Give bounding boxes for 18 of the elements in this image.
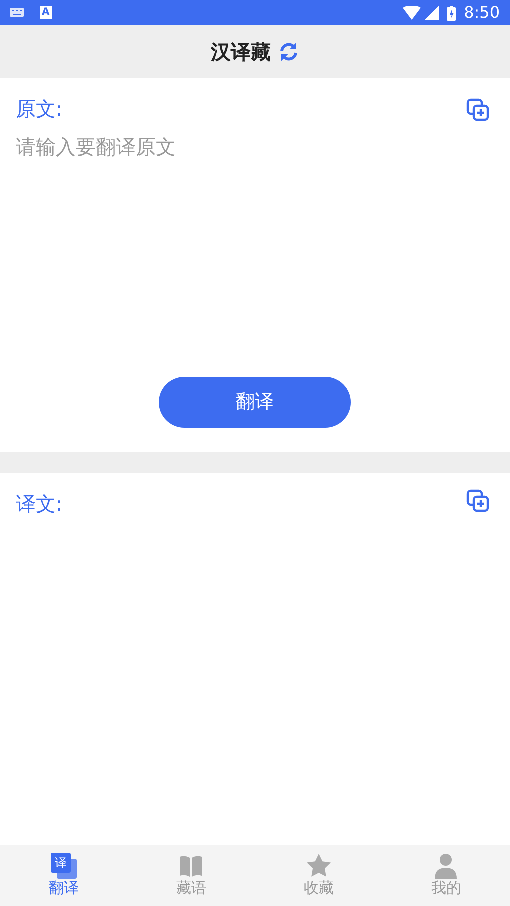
tab[interactable]: 译 翻译	[0, 845, 128, 906]
notification-icon: A	[40, 6, 52, 19]
copy-icon[interactable]	[466, 98, 490, 122]
header-title: 汉译藏	[211, 38, 271, 66]
translate-button[interactable]: 翻译	[159, 377, 351, 428]
tab[interactable]: 我的	[382, 845, 510, 906]
clock-text: 8:50	[464, 2, 500, 24]
tab[interactable]: 藏语	[128, 845, 255, 906]
book-icon	[178, 853, 204, 879]
tab[interactable]: 收藏	[255, 845, 382, 906]
source-label: 原文:	[16, 96, 63, 123]
refresh-icon[interactable]	[279, 42, 299, 62]
person-icon	[433, 853, 460, 879]
star-icon	[306, 853, 332, 879]
copy-icon[interactable]	[466, 489, 490, 513]
translation-label: 译文:	[16, 491, 63, 518]
source-input-panel[interactable]: 原文: 请输入要翻译原文 翻译	[0, 78, 510, 452]
keyboard-icon	[10, 8, 24, 17]
